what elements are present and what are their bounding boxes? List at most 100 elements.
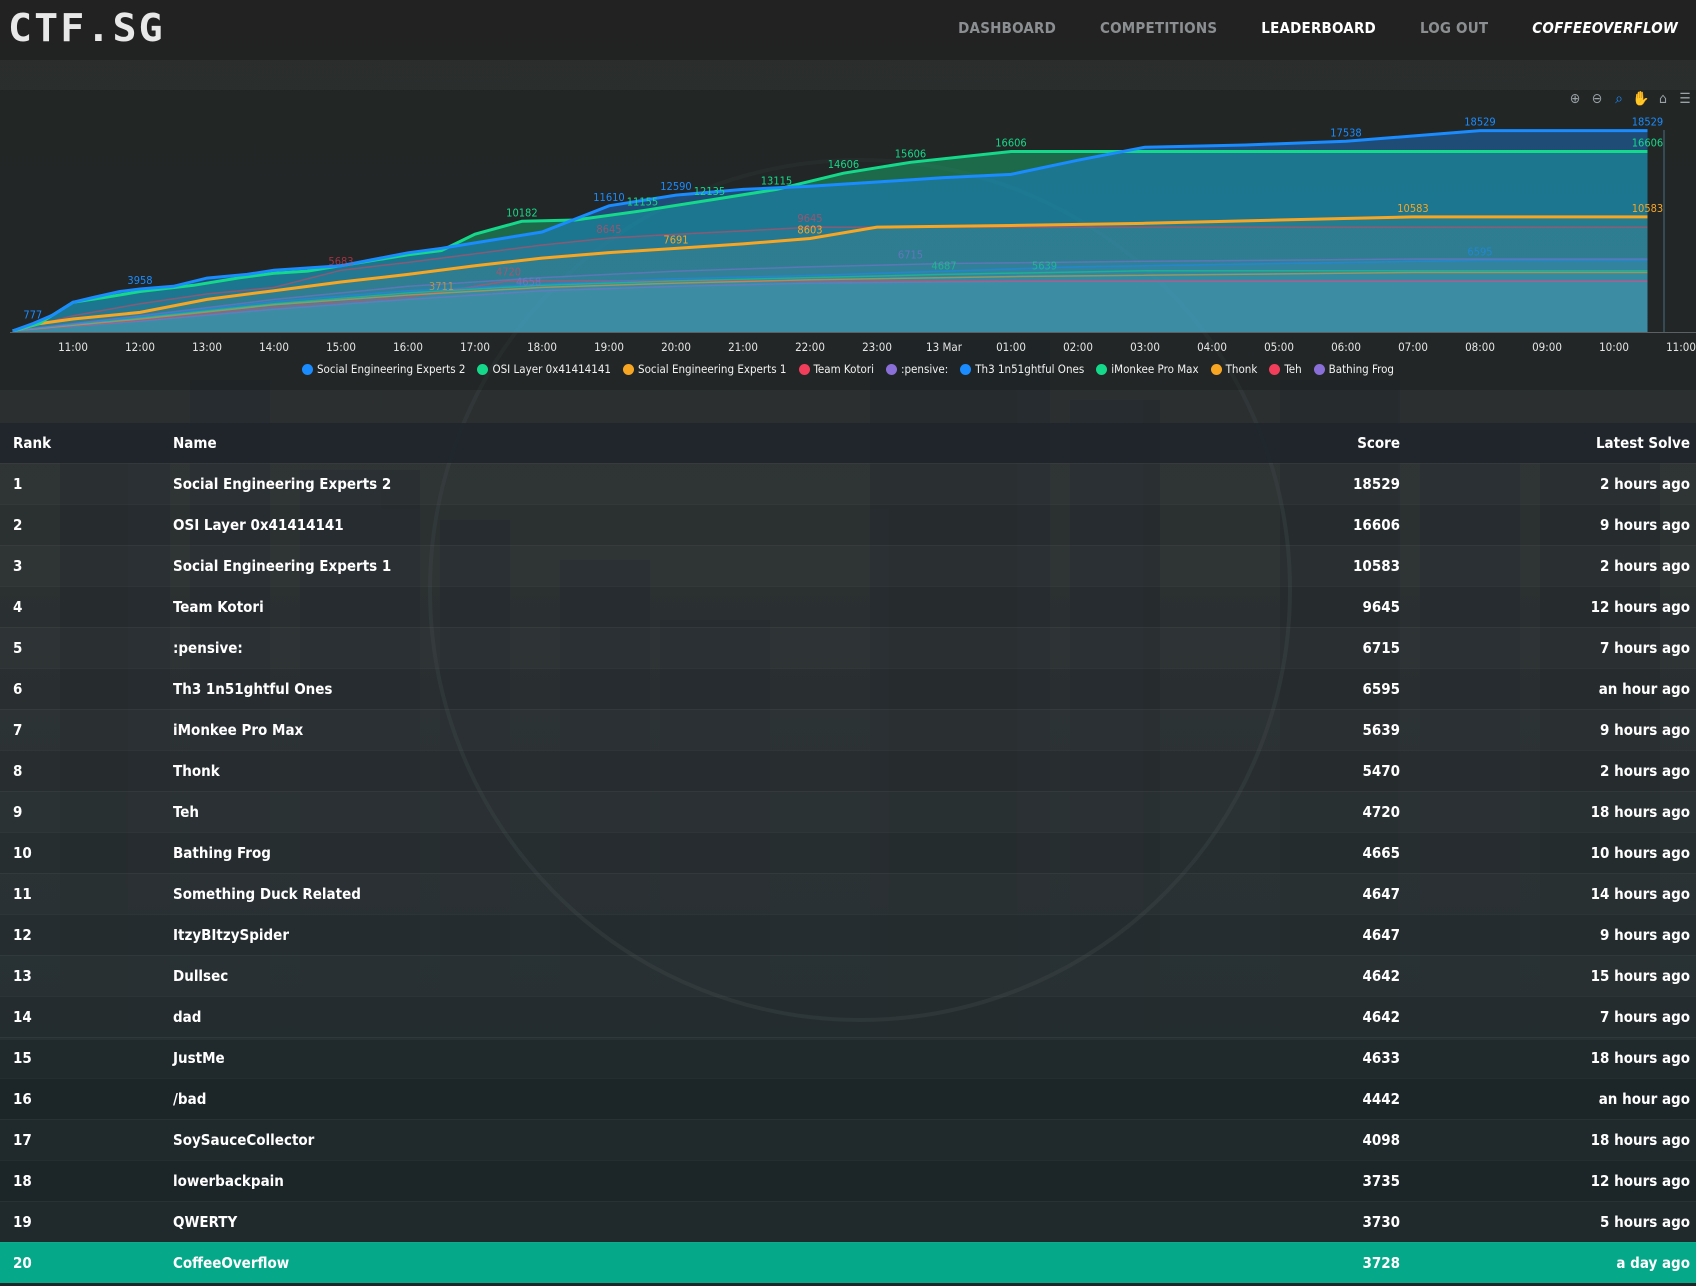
- table-row[interactable]: 13 Dullsec 4642 15 hours ago: [0, 955, 1696, 996]
- cell-score: 9645: [1362, 597, 1400, 616]
- legend-item[interactable]: Th3 1n51ghtful Ones: [960, 362, 1084, 376]
- cell-team-name[interactable]: Dullsec: [173, 955, 1200, 996]
- cell-team-name[interactable]: Something Duck Related: [173, 873, 1200, 914]
- leaderboard-table: Rank Name Score Latest Solve 1 Social Eng…: [0, 423, 1696, 1283]
- selection-zoom-icon[interactable]: ⌕: [1610, 90, 1628, 108]
- leaderboard-table-wrap: Rank Name Score Latest Solve 1 Social Eng…: [0, 423, 1696, 1283]
- data-label: 15606: [895, 147, 926, 160]
- cell-rank: 15: [13, 1048, 32, 1067]
- table-row[interactable]: 4 Team Kotori 9645 12 hours ago: [0, 586, 1696, 627]
- cell-team-name[interactable]: lowerbackpain: [173, 1160, 1200, 1201]
- legend-label: Social Engineering Experts 1: [638, 362, 787, 376]
- table-row[interactable]: 1 Social Engineering Experts 2 18529 2 hour…: [0, 463, 1696, 504]
- table-row[interactable]: 2 OSI Layer 0x41414141 16606 9 hours ago: [0, 504, 1696, 545]
- cell-score: 4642: [1362, 1007, 1400, 1026]
- cell-team-name[interactable]: ItzyBItzySpider: [173, 914, 1200, 955]
- legend-item[interactable]: Bathing Frog: [1313, 362, 1394, 376]
- cell-score: 3735: [1362, 1171, 1400, 1190]
- table-row[interactable]: 18 lowerbackpain 3735 12 hours ago: [0, 1160, 1696, 1201]
- cell-team-name[interactable]: Bathing Frog: [173, 832, 1200, 873]
- reset-home-icon[interactable]: ⌂: [1654, 90, 1672, 108]
- data-label: 10583: [1632, 202, 1663, 215]
- cell-team-name[interactable]: iMonkee Pro Max: [173, 709, 1200, 750]
- nav-logout[interactable]: LOG OUT: [1420, 19, 1488, 37]
- table-row[interactable]: 8 Thonk 5470 2 hours ago: [0, 750, 1696, 791]
- table-row[interactable]: 11 Something Duck Related 4647 14 hours ago: [0, 873, 1696, 914]
- cell-team-name[interactable]: Teh: [173, 791, 1200, 832]
- nav-competitions[interactable]: COMPETITIONS: [1100, 19, 1217, 37]
- cell-team-name[interactable]: dad: [173, 996, 1200, 1037]
- table-row[interactable]: 10 Bathing Frog 4665 10 hours ago: [0, 832, 1696, 873]
- cell-team-name[interactable]: OSI Layer 0x41414141: [173, 504, 1200, 545]
- legend-item[interactable]: Social Engineering Experts 2: [301, 362, 466, 376]
- cell-team-name[interactable]: Thonk: [173, 750, 1200, 791]
- legend-label: OSI Layer 0x41414141: [492, 362, 611, 376]
- score-progression-chart[interactable]: 777 3958 11610 12590 17538 18529 18529 10182 111…: [0, 90, 1696, 360]
- data-label: 4687: [931, 259, 956, 272]
- legend-marker-icon: [1313, 363, 1325, 375]
- pan-icon[interactable]: ✋: [1632, 90, 1650, 108]
- menu-icon[interactable]: ☰: [1676, 90, 1694, 108]
- table-row[interactable]: 15 JustMe 4633 18 hours ago: [0, 1037, 1696, 1078]
- table-row-current-team[interactable]: 20 CoffeeOverflow 3728 a day ago: [0, 1242, 1696, 1283]
- nav-dashboard[interactable]: DASHBOARD: [958, 19, 1056, 37]
- cell-team-name[interactable]: Social Engineering Experts 1: [173, 545, 1200, 586]
- table-row[interactable]: 12 ItzyBItzySpider 4647 9 hours ago: [0, 914, 1696, 955]
- cell-team-name[interactable]: /bad: [173, 1078, 1200, 1119]
- cell-latest-solve: 2 hours ago: [1600, 474, 1690, 493]
- cell-team-name[interactable]: SoySauceCollector: [173, 1119, 1200, 1160]
- cell-rank: 16: [13, 1089, 32, 1108]
- header-rank[interactable]: Rank: [0, 423, 173, 463]
- table-row[interactable]: 6 Th3 1n51ghtful Ones 6595 an hour ago: [0, 668, 1696, 709]
- legend-item[interactable]: :pensive:: [885, 362, 948, 376]
- table-row[interactable]: 7 iMonkee Pro Max 5639 9 hours ago: [0, 709, 1696, 750]
- table-row[interactable]: 5:pensive: 6715 7 hours ago: [0, 627, 1696, 668]
- cell-team-name[interactable]: QWERTY: [173, 1201, 1200, 1242]
- legend-item[interactable]: Thonk: [1210, 362, 1257, 376]
- table-row[interactable]: 14 dad 4642 7 hours ago: [0, 996, 1696, 1037]
- legend-item[interactable]: Social Engineering Experts 1: [623, 362, 787, 376]
- cell-team-name[interactable]: :pensive:: [173, 627, 1200, 668]
- legend-marker-icon: [1210, 363, 1222, 375]
- cell-score: 4642: [1362, 966, 1400, 985]
- legend-item[interactable]: Team Kotori: [798, 362, 874, 376]
- legend-marker-icon: [301, 363, 313, 375]
- x-tick-label: 11:00: [1666, 340, 1696, 354]
- legend-item[interactable]: OSI Layer 0x41414141: [477, 362, 611, 376]
- cell-score: 18529: [1353, 474, 1400, 493]
- table-row[interactable]: 16/bad 4442 an hour ago: [0, 1078, 1696, 1119]
- table-row[interactable]: 9 Teh 4720 18 hours ago: [0, 791, 1696, 832]
- cell-team-name[interactable]: Team Kotori: [173, 586, 1200, 627]
- legend-label: Team Kotori: [813, 362, 874, 376]
- nav-leaderboard[interactable]: LEADERBOARD: [1261, 19, 1376, 37]
- zoom-out-icon[interactable]: ⊖: [1588, 90, 1606, 108]
- cell-team-name[interactable]: CoffeeOverflow: [173, 1242, 1200, 1283]
- cell-team-name[interactable]: Social Engineering Experts 2: [173, 463, 1200, 504]
- cell-rank: 5: [13, 638, 23, 657]
- cell-score: 5470: [1362, 761, 1400, 780]
- header-name[interactable]: Name: [173, 423, 1200, 463]
- table-row[interactable]: 17 SoySauceCollector 4098 18 hours ago: [0, 1119, 1696, 1160]
- cell-latest-solve: 14 hours ago: [1590, 884, 1690, 903]
- legend-item[interactable]: Teh: [1269, 362, 1302, 376]
- brand-logo[interactable]: CTF.SG: [8, 6, 165, 50]
- x-tick-label: 02:00: [1063, 340, 1093, 354]
- data-label: 18529: [1464, 116, 1495, 129]
- x-tick-label: 18:00: [527, 340, 557, 354]
- cell-latest-solve: 9 hours ago: [1600, 515, 1690, 534]
- x-tick-label: 23:00: [862, 340, 892, 354]
- cell-team-name[interactable]: JustMe: [173, 1037, 1200, 1078]
- data-label: 11610: [593, 191, 624, 204]
- header-score[interactable]: Score: [1200, 423, 1400, 463]
- cell-latest-solve: 7 hours ago: [1600, 638, 1690, 657]
- cell-team-name[interactable]: Th3 1n51ghtful Ones: [173, 668, 1200, 709]
- legend-label: Social Engineering Experts 2: [316, 362, 466, 376]
- legend-item[interactable]: iMonkee Pro Max: [1096, 362, 1199, 376]
- header-latest-solve[interactable]: Latest Solve: [1400, 423, 1696, 463]
- table-row[interactable]: 19 QWERTY 3730 5 hours ago: [0, 1201, 1696, 1242]
- cell-score: 4442: [1362, 1089, 1400, 1108]
- nav-user-profile[interactable]: COFFEEOVERFLOW: [1532, 19, 1678, 37]
- table-row[interactable]: 3 Social Engineering Experts 1 10583 2 hour…: [0, 545, 1696, 586]
- cell-latest-solve: 7 hours ago: [1600, 1007, 1690, 1026]
- zoom-in-icon[interactable]: ⊕: [1566, 90, 1584, 108]
